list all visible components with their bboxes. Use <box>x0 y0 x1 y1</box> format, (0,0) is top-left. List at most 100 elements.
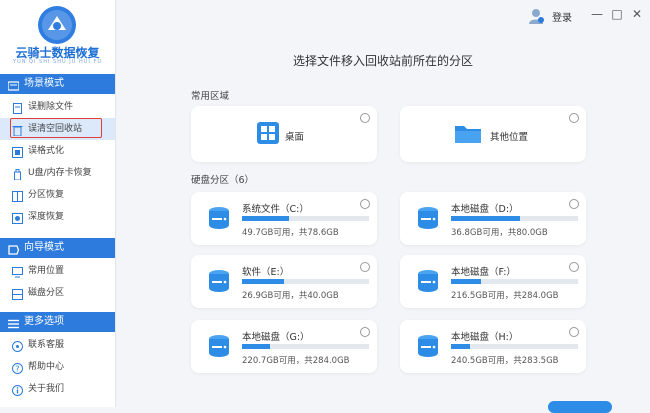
drive-capacity: 26.9GB可用，共40.0GB <box>242 291 339 301</box>
radio-button[interactable] <box>569 262 579 272</box>
section-more-options: 更多选项 <box>0 312 115 332</box>
drive-name: 本地磁盘（H:） <box>451 332 519 343</box>
radio-button[interactable] <box>360 327 370 337</box>
drive-capacity: 49.7GB可用，共78.6GB <box>242 228 339 238</box>
drive-capacity: 240.5GB可用，共283.5GB <box>451 356 559 366</box>
usage-bar-fill <box>451 216 520 221</box>
drive-capacity: 36.8GB可用，共80.0GB <box>451 228 548 238</box>
nav-usb-card-recovery[interactable]: U盘/内存卡恢复 <box>0 162 115 184</box>
drive-card[interactable]: 本地磁盘（D:） 36.8GB可用，共80.0GB <box>400 192 586 245</box>
drive-name: 本地磁盘（G:） <box>242 332 310 343</box>
hard-drive-icon <box>417 269 439 293</box>
nav-label: 深度恢复 <box>28 212 65 222</box>
headset-icon <box>12 339 23 352</box>
knight-logo-icon <box>38 6 76 44</box>
user-avatar-icon[interactable] <box>527 7 545 25</box>
nav-label: 常用位置 <box>28 266 65 276</box>
radio-button[interactable] <box>360 262 370 272</box>
wizard-mode-icon <box>8 243 20 255</box>
nav-about-us[interactable]: 关于我们 <box>0 378 115 400</box>
section-scene-mode: 场景模式 <box>0 74 115 94</box>
radio-button[interactable] <box>569 327 579 337</box>
nav-label: 帮助中心 <box>28 362 65 372</box>
disk-icon <box>12 287 23 300</box>
usage-bar <box>242 344 369 349</box>
trash-file-icon <box>12 101 23 114</box>
drive-capacity: 216.5GB可用，共284.0GB <box>451 291 559 301</box>
deep-scan-icon <box>12 211 23 224</box>
usage-bar-fill <box>451 279 482 284</box>
radio-button[interactable] <box>569 199 579 209</box>
section-title: 场景模式 <box>24 78 64 89</box>
scene-mode-icon <box>7 79 20 91</box>
section-title: 向导模式 <box>24 242 64 253</box>
drive-capacity: 220.7GB可用，共284.0GB <box>242 356 350 366</box>
page-title: 选择文件移入回收站前所在的分区 <box>292 54 473 68</box>
login-button[interactable]: 登录 <box>552 9 572 24</box>
monitor-icon <box>12 265 23 278</box>
nav-label: U盘/内存卡恢复 <box>28 168 92 178</box>
location-label: 桌面 <box>285 132 305 143</box>
hard-drive-icon <box>417 334 439 358</box>
help-icon: ? <box>12 361 23 374</box>
selection-highlight-box <box>10 118 102 138</box>
radio-button[interactable] <box>569 113 579 123</box>
usage-bar-fill <box>451 344 471 349</box>
svg-text:?: ? <box>15 365 19 374</box>
usage-bar <box>242 279 369 284</box>
section-wizard-mode: 向导模式 <box>0 238 115 258</box>
drive-name: 软件（E:） <box>242 267 290 278</box>
drive-name: 本地磁盘（F:） <box>451 267 516 278</box>
partition-icon <box>12 189 23 202</box>
nav-label: 分区恢复 <box>28 190 65 200</box>
location-card-other[interactable]: 其他位置 <box>400 106 586 162</box>
nav-help-center[interactable]: ? 帮助中心 <box>0 356 115 378</box>
windows-icon <box>257 122 279 147</box>
usage-bar <box>451 344 578 349</box>
drive-card[interactable]: 系统文件（C:） 49.7GB可用，共78.6GB <box>191 192 377 245</box>
usb-icon <box>12 167 23 181</box>
drive-card[interactable]: 本地磁盘（G:） 220.7GB可用，共284.0GB <box>191 320 377 373</box>
next-button[interactable] <box>548 401 612 413</box>
usage-bar <box>242 216 369 221</box>
usage-bar-fill <box>242 344 270 349</box>
minimize-button[interactable]: — <box>590 6 604 22</box>
disk-partitions-label: 硬盘分区（6） <box>191 175 255 186</box>
nav-label: 关于我们 <box>28 384 65 394</box>
folder-icon <box>454 122 482 147</box>
nav-label: 误删除文件 <box>28 102 74 112</box>
drive-card[interactable]: 本地磁盘（H:） 240.5GB可用，共283.5GB <box>400 320 586 373</box>
hard-drive-icon <box>208 269 230 293</box>
drive-card[interactable]: 本地磁盘（F:） 216.5GB可用，共284.0GB <box>400 255 586 308</box>
info-icon <box>12 383 23 396</box>
nav-common-locations[interactable]: 常用位置 <box>0 260 115 282</box>
maximize-button[interactable]: □ <box>610 6 624 22</box>
hard-drive-icon <box>208 206 230 230</box>
usage-bar <box>451 279 578 284</box>
app-logo: 云骑士数据恢复 YUN QI SHI SHU JU HUI FU <box>0 0 115 72</box>
hard-drive-icon <box>208 334 230 358</box>
format-icon <box>12 145 23 158</box>
nav-disk-partition[interactable]: 磁盘分区 <box>0 282 115 304</box>
nav-deep-recovery[interactable]: 深度恢复 <box>0 206 115 228</box>
drive-card[interactable]: 软件（E:） 26.9GB可用，共40.0GB <box>191 255 377 308</box>
nav-deleted-files[interactable]: 误删除文件 <box>0 96 115 118</box>
nav-partition-recovery[interactable]: 分区恢复 <box>0 184 115 206</box>
section-title: 更多选项 <box>24 316 64 327</box>
drive-name: 本地磁盘（D:） <box>451 204 519 215</box>
sidebar: 云骑士数据恢复 YUN QI SHI SHU JU HUI FU 场景模式 误删… <box>0 0 116 407</box>
hard-drive-icon <box>417 206 439 230</box>
common-locations-label: 常用区域 <box>191 91 230 102</box>
nav-formatted[interactable]: 误格式化 <box>0 140 115 162</box>
drive-name: 系统文件（C:） <box>242 204 309 215</box>
nav-label: 误格式化 <box>28 146 65 156</box>
close-button[interactable]: ✕ <box>630 6 644 22</box>
radio-button[interactable] <box>360 199 370 209</box>
location-card-desktop[interactable]: 桌面 <box>191 106 377 162</box>
location-label: 其他位置 <box>490 132 529 143</box>
radio-button[interactable] <box>360 113 370 123</box>
nav-contact-support[interactable]: 联系客服 <box>0 334 115 356</box>
usage-bar-fill <box>242 279 284 284</box>
nav-label: 联系客服 <box>28 340 65 350</box>
app-subtitle: YUN QI SHI SHU JU HUI FU <box>13 59 102 65</box>
